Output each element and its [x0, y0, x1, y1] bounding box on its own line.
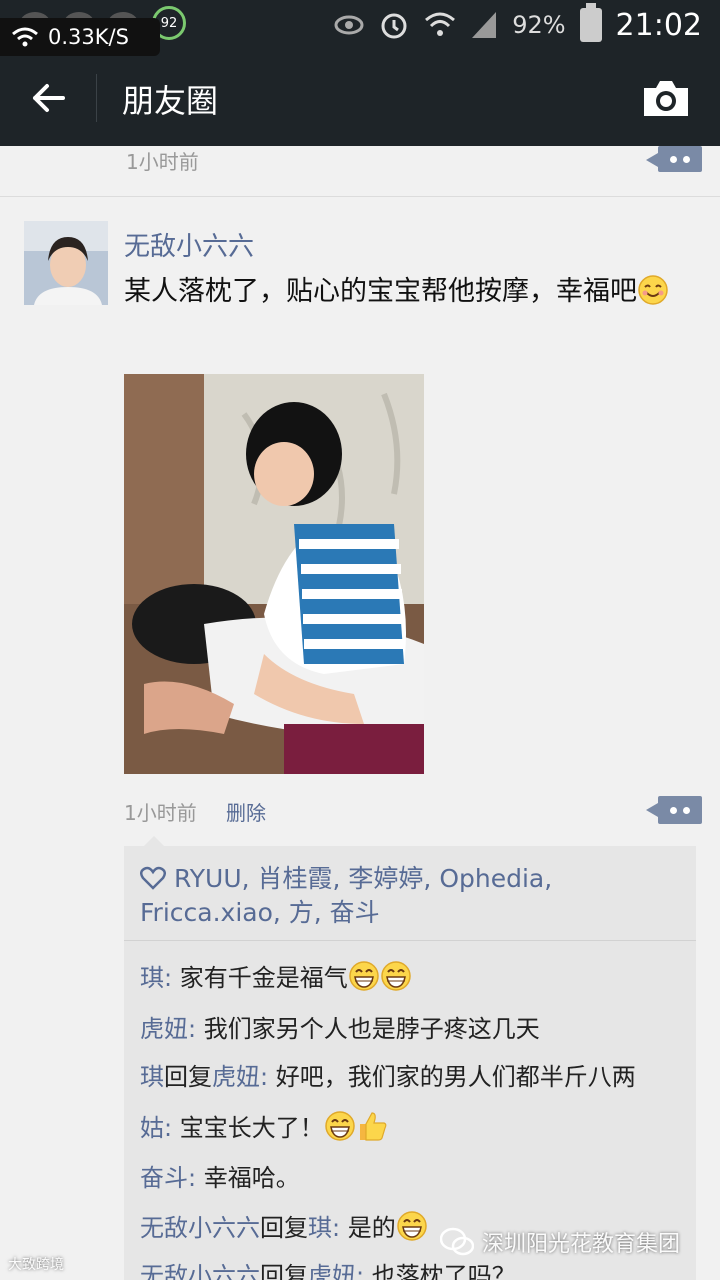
camera-button[interactable]: [642, 76, 690, 120]
comment-separator: :: [188, 1164, 204, 1192]
likes-list: RYUU, 肖桂霞, 李婷婷, Ophedia, Fricca.xiao, 方,…: [140, 862, 680, 930]
commenter-name[interactable]: 虎妞: [140, 1015, 188, 1043]
delete-link[interactable]: 删除: [226, 797, 266, 826]
commenter-name[interactable]: 琪: [140, 964, 164, 992]
comment-text: 宝宝长大了！: [179, 1114, 324, 1142]
network-speed: 0.33K/S: [48, 25, 129, 49]
comment-item[interactable]: 奋斗: 幸福哈。: [140, 1158, 300, 1193]
grin-emoji-icon: [324, 1111, 355, 1141]
wifi-icon: [12, 27, 38, 47]
back-button[interactable]: [26, 78, 70, 118]
smile-emoji-icon: [638, 275, 668, 305]
comment-separator: :: [164, 964, 180, 992]
watermark-text: 深圳阳光花教育集团: [482, 1232, 681, 1257]
alarm-icon: [381, 13, 407, 39]
commenter-name[interactable]: 无敌小六六: [140, 1262, 260, 1280]
post-text: 某人落枕了，贴心的宝宝帮他按摩，幸福吧: [124, 270, 684, 313]
comment-menu-button[interactable]: [646, 796, 702, 824]
comment-item[interactable]: 姑: 宝宝长大了！: [140, 1108, 388, 1143]
dot-icon: [683, 155, 690, 163]
comment-text: 我们家另个人也是脖子疼这几天: [203, 1015, 540, 1043]
thumbs-up-emoji-icon: [359, 1112, 387, 1141]
dot-icon: [670, 155, 677, 163]
signal-icon: [472, 12, 497, 38]
commenter-name[interactable]: 姑: [140, 1114, 164, 1142]
header-divider: [96, 74, 97, 122]
post-photo[interactable]: [124, 374, 424, 774]
eye-icon: [334, 15, 364, 35]
app-header: 朋友圈: [0, 50, 720, 146]
post-divider: [0, 196, 720, 197]
dot-icon: [670, 806, 677, 814]
comment-item[interactable]: 琪回复虎妞: 好吧，我们家的男人们都半斤八两: [140, 1057, 636, 1092]
wechat-logo-icon: [440, 1227, 474, 1256]
reply-target-name[interactable]: 虎妞: [212, 1063, 260, 1091]
heart-icon: [140, 866, 166, 890]
avatar-image: [24, 221, 108, 305]
reply-word: 回复: [260, 1214, 308, 1242]
likes-names[interactable]: RYUU, 肖桂霞, 李婷婷, Ophedia, Fricca.xiao, 方,…: [140, 864, 552, 927]
reply-word: 回复: [164, 1063, 212, 1091]
watermark: 深圳阳光花教育集团: [440, 1226, 680, 1258]
reply-target-name[interactable]: 虎妞: [308, 1262, 356, 1280]
comment-item[interactable]: 虎妞: 我们家另个人也是脖子疼这几天: [140, 1009, 540, 1044]
post-time: 1小时前: [124, 801, 197, 825]
comment-text: 是的: [347, 1214, 396, 1242]
comment-text: 好吧，我们家的男人们都半斤八两: [275, 1063, 636, 1091]
system-status: 92% 21:02: [334, 3, 702, 46]
grin-emoji-icon: [396, 1211, 427, 1241]
comment-text: 幸福哈。: [203, 1164, 300, 1192]
comment-item[interactable]: 无敌小六六回复琪: 是的: [140, 1208, 428, 1243]
grin-emoji-icon: [380, 961, 411, 991]
avatar[interactable]: [24, 221, 108, 305]
back-arrow-icon: [33, 84, 65, 112]
photo-image: [124, 374, 424, 774]
comment-text: 也落枕了吗？: [371, 1262, 516, 1280]
battery-icon: [579, 3, 602, 42]
commenter-name[interactable]: 奋斗: [140, 1164, 188, 1192]
comment-separator: :: [332, 1214, 348, 1242]
grin-emoji-icon: [348, 961, 379, 991]
battery-percent: 92%: [512, 11, 566, 39]
likes-divider: [124, 940, 696, 941]
comment-separator: :: [188, 1015, 204, 1043]
comment-separator: :: [356, 1262, 372, 1280]
network-speed-overlay: 0.33K/S: [0, 18, 160, 56]
comment-text: 家有千金是福气: [179, 964, 348, 992]
reply-target-name[interactable]: 琪: [308, 1214, 332, 1242]
comment-item[interactable]: 无敌小六六回复虎妞: 也落枕了吗？: [140, 1256, 516, 1280]
post-text-body: 某人落枕了，贴心的宝宝帮他按摩，幸福吧: [124, 276, 637, 307]
reply-word: 回复: [260, 1262, 308, 1280]
dot-icon: [683, 806, 690, 814]
interaction-panel: RYUU, 肖桂霞, 李婷婷, Ophedia, Fricca.xiao, 方,…: [124, 836, 696, 1280]
post-author[interactable]: 无敌小六六: [124, 226, 254, 263]
comment-item[interactable]: 琪: 家有千金是福气: [140, 958, 412, 993]
page-title: 朋友圈: [122, 82, 219, 120]
commenter-name[interactable]: 琪: [140, 1063, 164, 1091]
comment-separator: :: [260, 1063, 276, 1091]
comment-separator: :: [164, 1114, 180, 1142]
previous-post-time: 1小时前: [126, 150, 199, 174]
clock: 21:02: [615, 7, 702, 43]
camera-icon: [644, 81, 688, 116]
watermark-small: 大致跨境: [8, 1257, 64, 1273]
comment-menu-button[interactable]: [646, 146, 702, 172]
commenter-name[interactable]: 无敌小六六: [140, 1214, 260, 1242]
wifi-icon: [425, 12, 456, 36]
